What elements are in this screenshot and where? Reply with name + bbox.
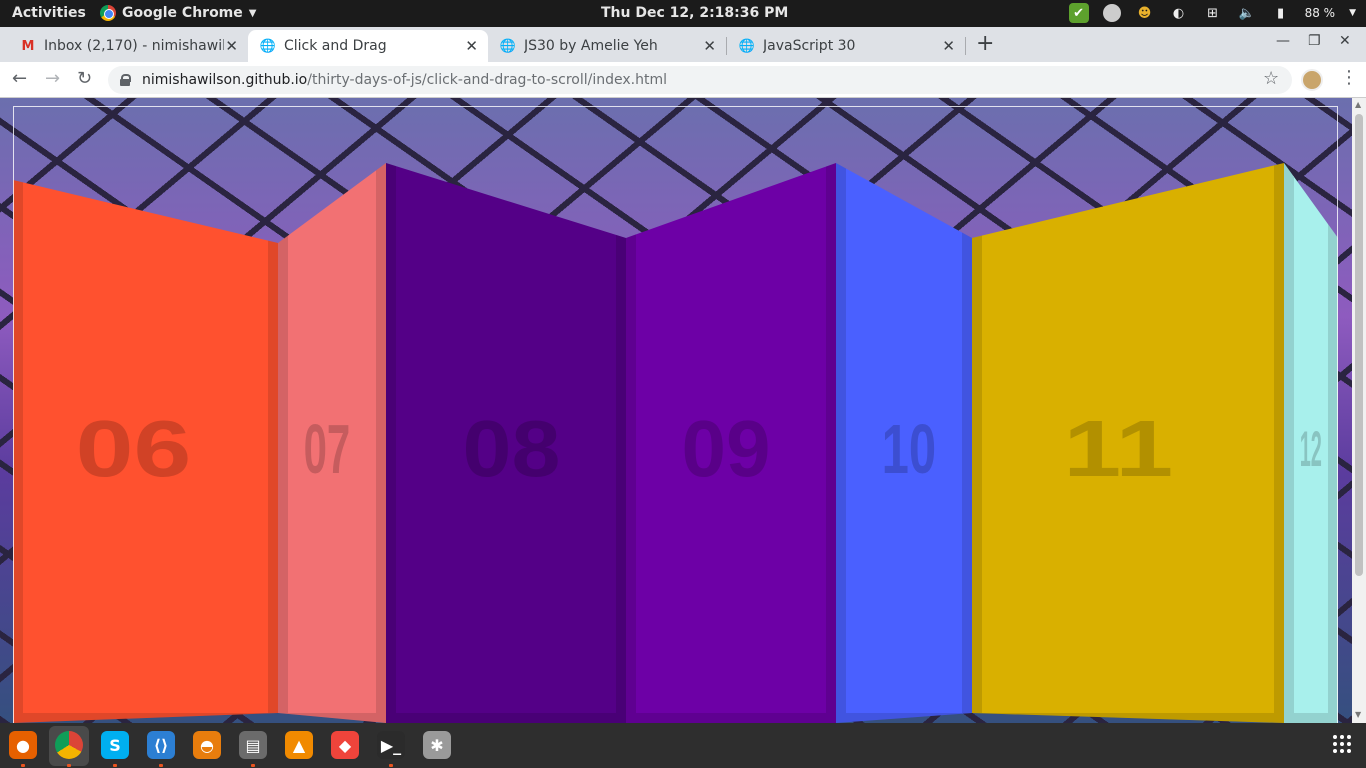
close-tab-icon[interactable]: ✕ <box>703 37 716 55</box>
running-indicator <box>113 764 117 767</box>
address-bar[interactable]: nimishawilson.github.io /thirty-days-of-… <box>108 66 1292 94</box>
taskbar-dock: ● S ⟨⟩ ◓ ▤ ▲ ◆ ▶_ ✱ <box>0 723 1366 768</box>
scrollbar-thumb[interactable] <box>1355 114 1363 576</box>
volume-icon[interactable]: 🔈 <box>1237 3 1257 23</box>
globe-icon: 🌐 <box>738 38 756 54</box>
forward-arrow-icon[interactable]: → <box>45 68 60 89</box>
tab-separator <box>965 37 966 55</box>
running-indicator <box>251 764 255 767</box>
items-frame <box>13 106 1338 723</box>
blender-icon[interactable]: ◓ <box>193 731 221 759</box>
globe-icon: 🌐 <box>499 38 517 54</box>
tab-javascript30[interactable]: 🌐 JavaScript 30 ✕ <box>727 30 965 62</box>
power-menu-arrow-icon[interactable]: ▼ <box>1349 8 1356 18</box>
lock-icon[interactable] <box>120 74 131 86</box>
close-window-icon[interactable]: ✕ <box>1339 33 1351 49</box>
page-scrollbar[interactable]: ▲ ▼ <box>1352 98 1366 723</box>
clock[interactable]: Thu Dec 12, 2:18:36 PM <box>601 5 788 21</box>
chrome-icon[interactable] <box>55 731 83 759</box>
app-menu[interactable]: Google Chrome ▼ <box>100 5 256 21</box>
network-icon[interactable]: ⊞ <box>1203 3 1223 23</box>
sync-icon[interactable]: ◐ <box>1169 3 1189 23</box>
running-indicator <box>21 764 25 767</box>
app-name: Google Chrome <box>122 5 243 21</box>
scroll-up-arrow-icon[interactable]: ▲ <box>1355 100 1361 109</box>
battery-percent: 88 % <box>1304 6 1336 20</box>
chevron-down-icon: ▼ <box>248 7 257 19</box>
tab-title: JavaScript 30 <box>763 38 856 54</box>
tab-inbox[interactable]: M Inbox (2,170) - nimishawil ✕ <box>8 30 248 62</box>
running-indicator <box>389 764 393 767</box>
terminal-icon[interactable]: ▶_ <box>377 731 405 759</box>
check-shield-icon[interactable]: ✔ <box>1068 3 1089 23</box>
firefox-icon[interactable]: ● <box>9 731 37 759</box>
tab-title: Inbox (2,170) - nimishawil <box>44 38 224 54</box>
minimize-icon[interactable]: — <box>1276 33 1290 49</box>
running-indicator <box>67 764 71 767</box>
kebab-menu-icon[interactable]: ⋮ <box>1340 67 1358 88</box>
files-icon[interactable]: ▤ <box>239 731 267 759</box>
tab-click-and-drag[interactable]: 🌐 Click and Drag ✕ <box>248 30 488 62</box>
tab-title: JS30 by Amelie Yeh <box>524 38 658 54</box>
bookmark-star-icon[interactable]: ☆ <box>1263 68 1279 89</box>
globe-icon: 🌐 <box>259 38 277 54</box>
battery-icon[interactable]: ▮ <box>1271 3 1291 23</box>
activities-button[interactable]: Activities <box>12 5 86 21</box>
vlc-icon[interactable]: ▲ <box>285 731 313 759</box>
url-host: nimishawilson.github.io <box>142 72 308 88</box>
profile-avatar[interactable] <box>1301 69 1323 91</box>
system-tray[interactable]: ✔ ☻ ◐ ⊞ 🔈 ▮ 88 % ▼ <box>1068 3 1356 23</box>
close-tab-icon[interactable]: ✕ <box>942 37 955 55</box>
close-tab-icon[interactable]: ✕ <box>465 37 478 55</box>
reload-icon[interactable]: ↻ <box>77 68 92 89</box>
system-top-bar: Activities Google Chrome ▼ Thu Dec 12, 2… <box>0 0 1366 27</box>
record-icon[interactable] <box>1102 4 1121 22</box>
browser-toolbar: ← → ↻ nimishawilson.github.io /thirty-da… <box>0 62 1366 98</box>
vscode-icon[interactable]: ⟨⟩ <box>147 731 175 759</box>
tab-js30-amelie[interactable]: 🌐 JS30 by Amelie Yeh ✕ <box>488 30 726 62</box>
chrome-icon <box>100 5 116 21</box>
back-arrow-icon[interactable]: ← <box>12 68 27 89</box>
mascot-icon[interactable]: ☻ <box>1135 3 1155 23</box>
page-viewport[interactable]: 06 07 08 09 10 11 12 <box>0 98 1352 723</box>
url-path: /thirty-days-of-js/click-and-drag-to-scr… <box>307 72 667 88</box>
show-applications-icon[interactable] <box>1333 735 1351 753</box>
restore-icon[interactable]: ❐ <box>1308 33 1321 49</box>
running-indicator <box>159 764 163 767</box>
gmail-icon: M <box>21 38 35 54</box>
scroll-down-arrow-icon[interactable]: ▼ <box>1355 710 1361 719</box>
tab-title: Click and Drag <box>284 38 387 54</box>
new-tab-button[interactable]: + <box>976 31 994 56</box>
skype-icon[interactable]: S <box>101 731 129 759</box>
settings-icon[interactable]: ✱ <box>423 731 451 759</box>
close-tab-icon[interactable]: ✕ <box>225 37 238 55</box>
anydesk-icon[interactable]: ◆ <box>331 731 359 759</box>
tab-strip: M Inbox (2,170) - nimishawil ✕ 🌐 Click a… <box>0 27 1366 62</box>
